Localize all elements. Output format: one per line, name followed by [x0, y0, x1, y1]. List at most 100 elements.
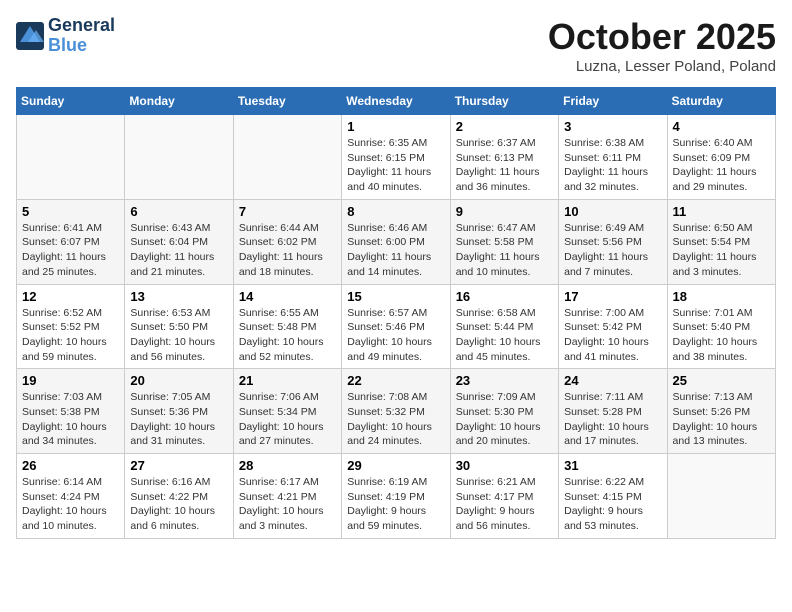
week-row-1: 1 Sunrise: 6:35 AMSunset: 6:15 PMDaylight… — [17, 115, 776, 200]
weekday-header-friday: Friday — [559, 88, 667, 115]
calendar-cell: 25 Sunrise: 7:13 AMSunset: 5:26 PMDayligh… — [667, 369, 775, 454]
day-info: Sunrise: 6:57 AMSunset: 5:46 PMDaylight:… — [347, 306, 444, 365]
day-info: Sunrise: 7:00 AMSunset: 5:42 PMDaylight:… — [564, 306, 661, 365]
day-info: Sunrise: 6:41 AMSunset: 6:07 PMDaylight:… — [22, 221, 119, 280]
day-number: 19 — [22, 373, 119, 388]
day-info: Sunrise: 6:35 AMSunset: 6:15 PMDaylight:… — [347, 136, 444, 195]
day-number: 27 — [130, 458, 227, 473]
day-number: 23 — [456, 373, 553, 388]
day-info: Sunrise: 6:37 AMSunset: 6:13 PMDaylight:… — [456, 136, 553, 195]
day-number: 8 — [347, 204, 444, 219]
day-info: Sunrise: 7:08 AMSunset: 5:32 PMDaylight:… — [347, 390, 444, 449]
week-row-5: 26Sunrise: 6:14 AMSunset: 4:24 PMDayligh… — [17, 454, 776, 539]
day-number: 31 — [564, 458, 661, 473]
calendar-cell: 7 Sunrise: 6:44 AMSunset: 6:02 PMDaylight… — [233, 199, 341, 284]
weekday-header-row: SundayMondayTuesdayWednesdayThursdayFrid… — [17, 88, 776, 115]
calendar-cell — [17, 115, 125, 200]
calendar-cell: 26Sunrise: 6:14 AMSunset: 4:24 PMDayligh… — [17, 454, 125, 539]
day-info: Sunrise: 7:03 AMSunset: 5:38 PMDaylight:… — [22, 390, 119, 449]
day-info: Sunrise: 6:22 AMSunset: 4:15 PMDaylight:… — [564, 475, 661, 534]
day-number: 12 — [22, 289, 119, 304]
calendar-cell: 17 Sunrise: 7:00 AMSunset: 5:42 PMDayligh… — [559, 284, 667, 369]
calendar-cell: 19 Sunrise: 7:03 AMSunset: 5:38 PMDayligh… — [17, 369, 125, 454]
day-number: 16 — [456, 289, 553, 304]
day-number: 15 — [347, 289, 444, 304]
calendar-cell: 3 Sunrise: 6:38 AMSunset: 6:11 PMDaylight… — [559, 115, 667, 200]
day-info: Sunrise: 6:44 AMSunset: 6:02 PMDaylight:… — [239, 221, 336, 280]
day-number: 14 — [239, 289, 336, 304]
calendar-cell: 28 Sunrise: 6:17 AMSunset: 4:21 PMDayligh… — [233, 454, 341, 539]
calendar-cell: 6Sunrise: 6:43 AMSunset: 6:04 PMDaylight… — [125, 199, 233, 284]
day-number: 1 — [347, 119, 444, 134]
day-number: 5 — [22, 204, 119, 219]
calendar-cell: 30Sunrise: 6:21 AMSunset: 4:17 PMDayligh… — [450, 454, 558, 539]
day-number: 25 — [673, 373, 770, 388]
calendar-cell — [667, 454, 775, 539]
day-number: 7 — [239, 204, 336, 219]
day-info: Sunrise: 6:19 AMSunset: 4:19 PMDaylight:… — [347, 475, 444, 534]
day-number: 13 — [130, 289, 227, 304]
day-number: 9 — [456, 204, 553, 219]
day-number: 29 — [347, 458, 444, 473]
calendar-cell: 16 Sunrise: 6:58 AMSunset: 5:44 PMDayligh… — [450, 284, 558, 369]
calendar-cell: 12Sunrise: 6:52 AMSunset: 5:52 PMDayligh… — [17, 284, 125, 369]
day-number: 20 — [130, 373, 227, 388]
calendar-cell: 27Sunrise: 6:16 AMSunset: 4:22 PMDayligh… — [125, 454, 233, 539]
calendar-cell: 5 Sunrise: 6:41 AMSunset: 6:07 PMDaylight… — [17, 199, 125, 284]
day-number: 17 — [564, 289, 661, 304]
weekday-header-tuesday: Tuesday — [233, 88, 341, 115]
day-number: 28 — [239, 458, 336, 473]
calendar-cell: 1 Sunrise: 6:35 AMSunset: 6:15 PMDaylight… — [342, 115, 450, 200]
day-info: Sunrise: 7:06 AMSunset: 5:34 PMDaylight:… — [239, 390, 336, 449]
calendar-cell: 9 Sunrise: 6:47 AMSunset: 5:58 PMDaylight… — [450, 199, 558, 284]
weekday-header-sunday: Sunday — [17, 88, 125, 115]
month-title: October 2025 — [548, 16, 776, 58]
calendar-cell: 23 Sunrise: 7:09 AMSunset: 5:30 PMDayligh… — [450, 369, 558, 454]
weekday-header-thursday: Thursday — [450, 88, 558, 115]
day-info: Sunrise: 6:58 AMSunset: 5:44 PMDaylight:… — [456, 306, 553, 365]
calendar-cell: 29 Sunrise: 6:19 AMSunset: 4:19 PMDayligh… — [342, 454, 450, 539]
day-number: 11 — [673, 204, 770, 219]
logo: General Blue — [16, 16, 115, 56]
day-info: Sunrise: 6:53 AMSunset: 5:50 PMDaylight:… — [130, 306, 227, 365]
location: Luzna, Lesser Poland, Poland — [548, 58, 776, 75]
day-info: Sunrise: 6:38 AMSunset: 6:11 PMDaylight:… — [564, 136, 661, 195]
calendar-cell: 22 Sunrise: 7:08 AMSunset: 5:32 PMDayligh… — [342, 369, 450, 454]
day-info: Sunrise: 6:50 AMSunset: 5:54 PMDaylight:… — [673, 221, 770, 280]
logo-icon — [16, 22, 44, 50]
calendar-table: SundayMondayTuesdayWednesdayThursdayFrid… — [16, 87, 776, 539]
page-header: General Blue October 2025 Luzna, Lesser … — [16, 16, 776, 75]
calendar-cell: 21 Sunrise: 7:06 AMSunset: 5:34 PMDayligh… — [233, 369, 341, 454]
day-number: 18 — [673, 289, 770, 304]
day-info: Sunrise: 7:13 AMSunset: 5:26 PMDaylight:… — [673, 390, 770, 449]
day-info: Sunrise: 6:40 AMSunset: 6:09 PMDaylight:… — [673, 136, 770, 195]
title-block: October 2025 Luzna, Lesser Poland, Polan… — [548, 16, 776, 75]
calendar-cell: 13 Sunrise: 6:53 AMSunset: 5:50 PMDayligh… — [125, 284, 233, 369]
day-number: 6 — [130, 204, 227, 219]
week-row-4: 19 Sunrise: 7:03 AMSunset: 5:38 PMDayligh… — [17, 369, 776, 454]
calendar-cell: 11 Sunrise: 6:50 AMSunset: 5:54 PMDayligh… — [667, 199, 775, 284]
calendar-cell: 14Sunrise: 6:55 AMSunset: 5:48 PMDayligh… — [233, 284, 341, 369]
week-row-3: 12Sunrise: 6:52 AMSunset: 5:52 PMDayligh… — [17, 284, 776, 369]
calendar-cell: 18Sunrise: 7:01 AMSunset: 5:40 PMDayligh… — [667, 284, 775, 369]
day-number: 26 — [22, 458, 119, 473]
week-row-2: 5 Sunrise: 6:41 AMSunset: 6:07 PMDaylight… — [17, 199, 776, 284]
logo-line1: General — [48, 16, 115, 36]
day-info: Sunrise: 6:47 AMSunset: 5:58 PMDaylight:… — [456, 221, 553, 280]
calendar-cell: 24Sunrise: 7:11 AMSunset: 5:28 PMDayligh… — [559, 369, 667, 454]
calendar-cell — [125, 115, 233, 200]
weekday-header-saturday: Saturday — [667, 88, 775, 115]
day-info: Sunrise: 6:17 AMSunset: 4:21 PMDaylight:… — [239, 475, 336, 534]
day-info: Sunrise: 6:46 AMSunset: 6:00 PMDaylight:… — [347, 221, 444, 280]
calendar-cell: 4Sunrise: 6:40 AMSunset: 6:09 PMDaylight… — [667, 115, 775, 200]
day-number: 3 — [564, 119, 661, 134]
calendar-cell: 8 Sunrise: 6:46 AMSunset: 6:00 PMDaylight… — [342, 199, 450, 284]
calendar-cell: 10Sunrise: 6:49 AMSunset: 5:56 PMDayligh… — [559, 199, 667, 284]
day-info: Sunrise: 7:09 AMSunset: 5:30 PMDaylight:… — [456, 390, 553, 449]
day-info: Sunrise: 7:05 AMSunset: 5:36 PMDaylight:… — [130, 390, 227, 449]
day-number: 30 — [456, 458, 553, 473]
day-number: 22 — [347, 373, 444, 388]
day-number: 10 — [564, 204, 661, 219]
day-number: 21 — [239, 373, 336, 388]
day-number: 24 — [564, 373, 661, 388]
